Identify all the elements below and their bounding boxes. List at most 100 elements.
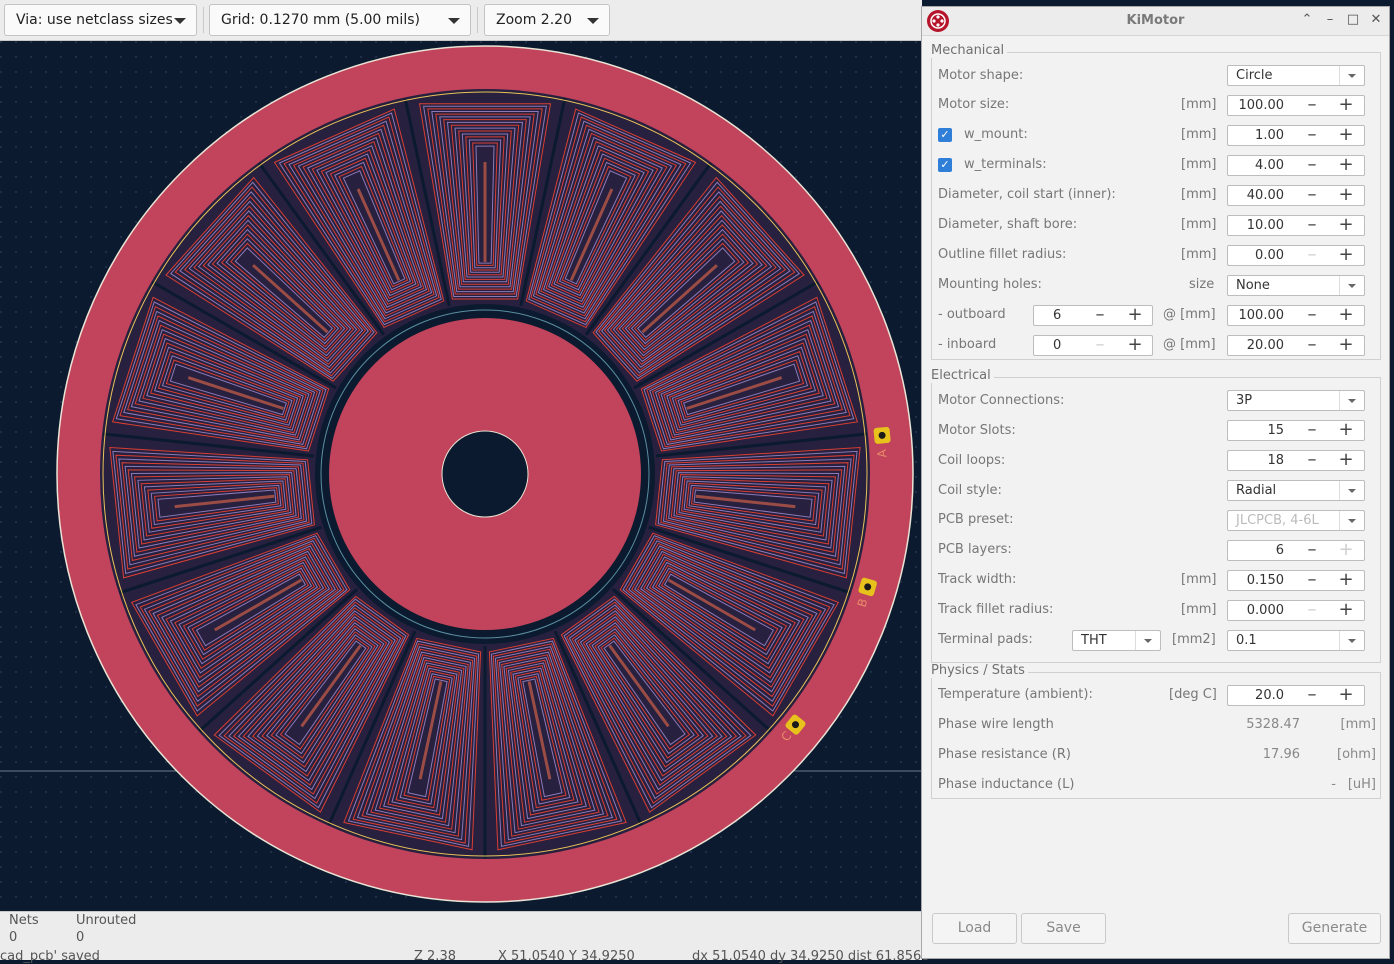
pcb-preset-select[interactable]: JLCPCB, 4-6L (1227, 510, 1365, 531)
decrement-button[interactable]: – (1294, 186, 1330, 205)
terminal-pads-label: Terminal pads: (938, 632, 1033, 647)
zoom-value: Zoom 2.20 (496, 12, 572, 28)
decrement-button[interactable]: – (1294, 96, 1330, 115)
increment-button[interactable]: + (1328, 126, 1364, 145)
motor-pcb-drawing: ABC (0, 41, 922, 911)
track-width-spinbox[interactable]: 0.150 – + (1227, 570, 1365, 591)
increment-button[interactable]: + (1328, 336, 1364, 355)
shaft-bore-spinbox[interactable]: 10.00 – + (1227, 215, 1365, 236)
motor-size-value: 100.00 (1238, 98, 1285, 113)
terminal-pad-type-select[interactable]: THT (1072, 630, 1161, 651)
coil-style-select[interactable]: Radial (1227, 480, 1365, 501)
decrement-button[interactable]: – (1294, 686, 1330, 705)
temperature-unit: [deg C] (1169, 687, 1217, 702)
zoom-readout: Z 2.38 (414, 949, 456, 964)
chevron-up-icon[interactable]: ⌃ (1299, 12, 1315, 28)
temperature-value: 20.0 (1255, 688, 1284, 703)
increment-button[interactable]: + (1328, 306, 1364, 325)
decrement-button[interactable]: – (1294, 306, 1330, 325)
increment-button[interactable]: + (1328, 421, 1364, 440)
increment-button[interactable]: + (1328, 571, 1364, 590)
generate-button[interactable]: Generate (1288, 913, 1381, 944)
motor-connections-select[interactable]: 3P (1227, 390, 1365, 411)
close-icon[interactable]: ✕ (1368, 12, 1384, 28)
cursor-position: X 51.0540 Y 34.9250 (498, 949, 635, 964)
increment-button[interactable]: + (1117, 336, 1153, 355)
motor-slots-spinbox[interactable]: 15 – + (1227, 420, 1365, 441)
shaft-bore-value: 10.00 (1246, 218, 1284, 233)
decrement-button[interactable]: – (1082, 336, 1118, 355)
increment-button[interactable]: + (1328, 686, 1364, 705)
pcb-layers-spinbox[interactable]: 6 – + (1227, 540, 1365, 561)
zoom-select[interactable]: Zoom 2.20 (484, 4, 610, 36)
w-terminals-unit: [mm] (1181, 157, 1217, 172)
w-terminals-label: w_terminals: (964, 157, 1047, 172)
coil-loops-label: Coil loops: (938, 453, 1006, 468)
minimize-icon[interactable]: – (1322, 12, 1338, 28)
decrement-button[interactable]: – (1294, 421, 1330, 440)
outline-fillet-unit: [mm] (1181, 247, 1217, 262)
dialog-title: KiMotor (1126, 13, 1185, 28)
w-mount-spinbox[interactable]: 1.00 – + (1227, 125, 1365, 146)
increment-button[interactable]: + (1328, 451, 1364, 470)
pad-hole (864, 583, 872, 591)
mounting-holes-value: None (1236, 278, 1270, 293)
chevron-down-icon (1339, 631, 1364, 650)
phase-wire-length-value: 5328.47 (1246, 717, 1300, 732)
mechanical-title: Mechanical (931, 43, 1008, 58)
track-width-unit: [mm] (1181, 572, 1217, 587)
coil-start-spinbox[interactable]: 40.00 – + (1227, 185, 1365, 206)
motor-shape-select[interactable]: Circle (1227, 65, 1365, 86)
decrement-button[interactable]: – (1294, 216, 1330, 235)
shaft-bore-label: Diameter, shaft bore: (938, 217, 1078, 232)
increment-button[interactable]: + (1328, 156, 1364, 175)
track-fillet-spinbox[interactable]: 0.000 – + (1227, 600, 1365, 621)
outboard-count-spinbox[interactable]: 6 – + (1033, 305, 1153, 326)
mounting-holes-label: Mounting holes: (938, 277, 1042, 292)
increment-button[interactable]: + (1117, 306, 1153, 325)
toolbar-separator (477, 7, 478, 33)
decrement-button[interactable]: – (1294, 571, 1330, 590)
dialog-titlebar[interactable]: KiMotor ⌃ – □ ✕ (922, 7, 1389, 36)
motor-size-spinbox[interactable]: 100.00 – + (1227, 95, 1365, 116)
decrement-button[interactable]: – (1294, 451, 1330, 470)
w-mount-checkbox[interactable]: ✓ (938, 128, 952, 142)
decrement-button[interactable]: – (1294, 126, 1330, 145)
load-button[interactable]: Load (932, 913, 1017, 944)
via-size-select[interactable]: Via: use netclass sizes (4, 4, 197, 36)
mounting-holes-select[interactable]: None (1227, 275, 1365, 296)
inboard-count-spinbox[interactable]: 0 – + (1033, 335, 1153, 356)
motor-size-label: Motor size: (938, 97, 1010, 112)
temperature-spinbox[interactable]: 20.0 – + (1227, 685, 1365, 706)
grid-value: Grid: 0.1270 mm (5.00 mils) (221, 12, 420, 28)
increment-button[interactable]: + (1328, 601, 1364, 620)
maximize-icon[interactable]: □ (1345, 12, 1361, 28)
increment-button[interactable]: + (1328, 541, 1364, 560)
increment-button[interactable]: + (1328, 216, 1364, 235)
pcb-canvas[interactable]: ABC (0, 41, 922, 911)
w-terminals-spinbox[interactable]: 4.00 – + (1227, 155, 1365, 176)
decrement-button[interactable]: – (1294, 156, 1330, 175)
outboard-diameter-spinbox[interactable]: 100.00 – + (1227, 305, 1365, 326)
decrement-button[interactable]: – (1294, 336, 1330, 355)
outline-fillet-spinbox[interactable]: 0.00 – + (1227, 245, 1365, 266)
decrement-button[interactable]: – (1082, 306, 1118, 325)
decrement-button[interactable]: – (1294, 246, 1330, 265)
increment-button[interactable]: + (1328, 96, 1364, 115)
save-button[interactable]: Save (1021, 913, 1106, 944)
phase-wire-length-unit: [mm] (1340, 717, 1376, 732)
inboard-diameter-spinbox[interactable]: 20.00 – + (1227, 335, 1365, 356)
w-terminals-checkbox[interactable]: ✓ (938, 158, 952, 172)
phase-resistance-label: Phase resistance (R) (938, 747, 1071, 762)
increment-button[interactable]: + (1328, 246, 1364, 265)
decrement-button[interactable]: – (1294, 541, 1330, 560)
kimotor-dialog: KiMotor ⌃ – □ ✕ Mechanical Motor shape: … (921, 6, 1390, 959)
terminal-pad-size-select[interactable]: 0.1 (1227, 630, 1365, 651)
grid-select[interactable]: Grid: 0.1270 mm (5.00 mils) (209, 4, 471, 36)
w-mount-unit: [mm] (1181, 127, 1217, 142)
decrement-button[interactable]: – (1294, 601, 1330, 620)
inboard-label: - inboard (938, 337, 997, 352)
outboard-unit: @ [mm] (1163, 307, 1216, 322)
coil-loops-spinbox[interactable]: 18 – + (1227, 450, 1365, 471)
increment-button[interactable]: + (1328, 186, 1364, 205)
